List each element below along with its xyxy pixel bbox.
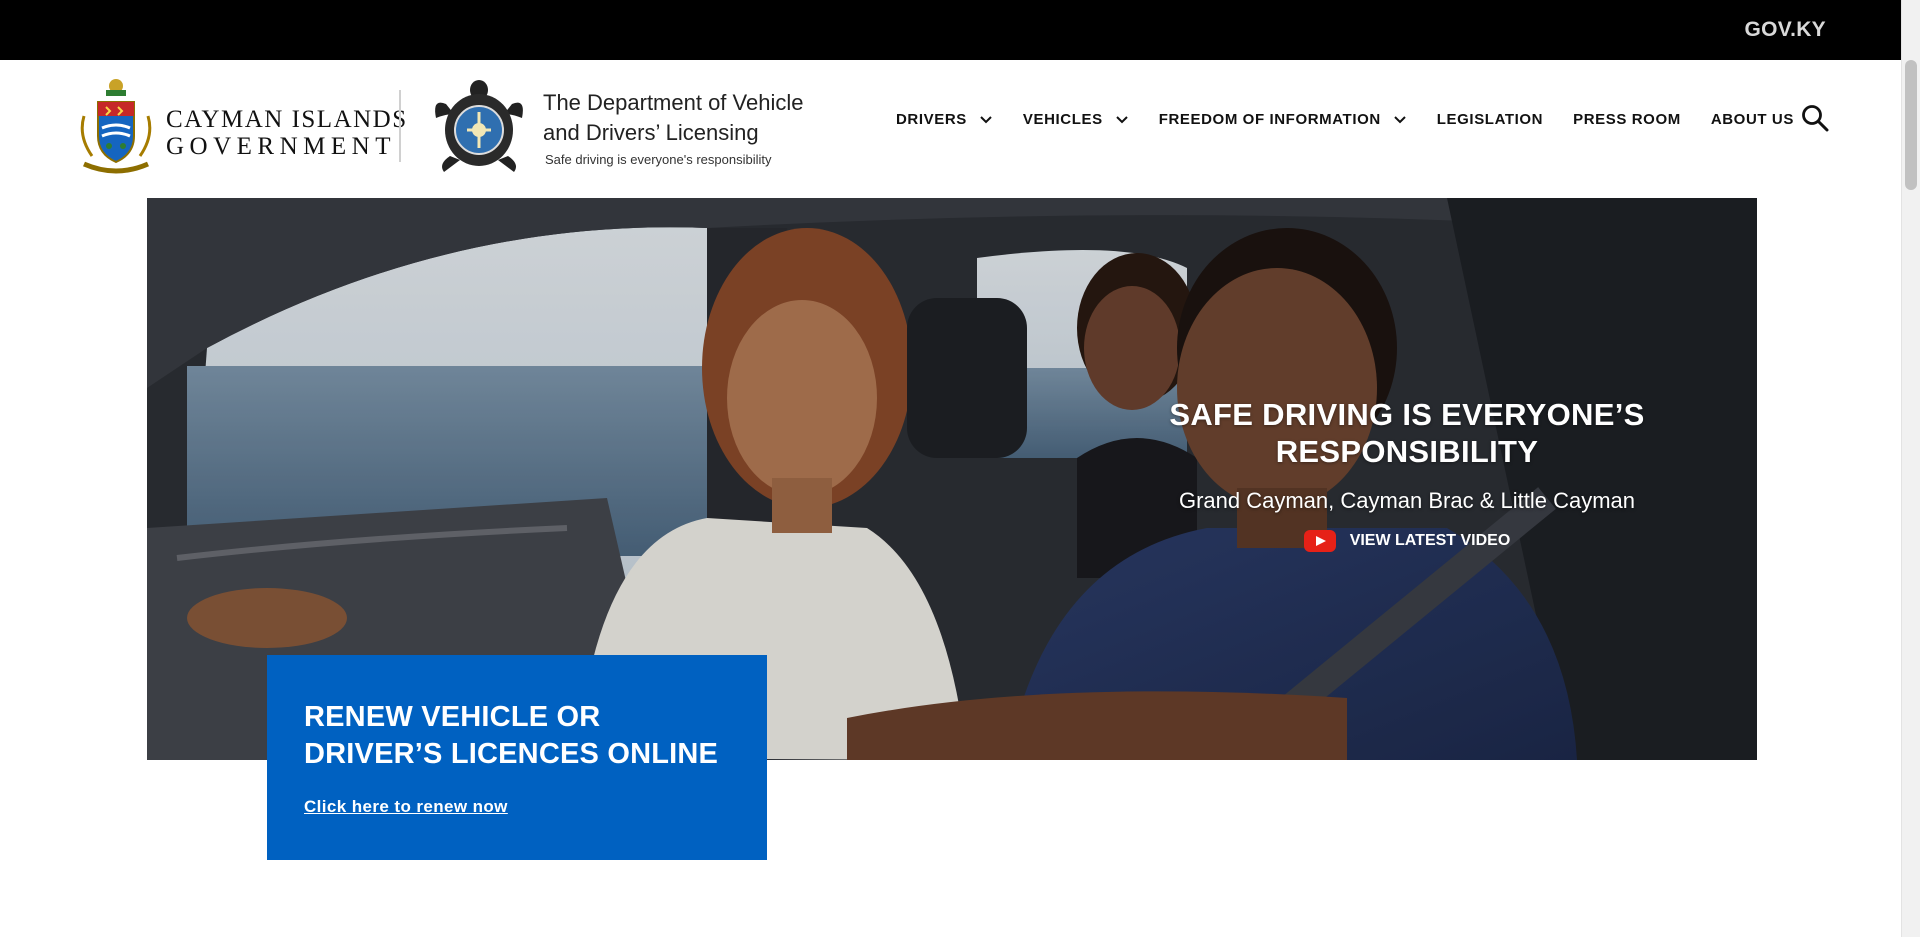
scrollbar-thumb[interactable] — [1905, 60, 1917, 190]
nav-item-legislation[interactable]: LEGISLATION — [1437, 111, 1543, 128]
nav-item-drivers[interactable]: DRIVERS — [896, 111, 993, 128]
nav-item-press-room[interactable]: PRESS ROOM — [1573, 111, 1681, 128]
renew-title-line1: RENEW VEHICLE OR — [304, 701, 601, 733]
logo-divider — [399, 90, 401, 162]
renew-title: RENEW VEHICLE OR DRIVER’S LICENCES ONLIN… — [304, 699, 731, 773]
government-name-line2: GOVERNMENT — [166, 133, 396, 160]
hero-text-block: SAFE DRIVING IS EVERYONE’S RESPONSIBILIT… — [1147, 396, 1667, 557]
government-name-line1: CAYMAN ISLANDS — [166, 106, 408, 133]
hero-heading-line1: SAFE DRIVING IS EVERYONE’S — [1169, 397, 1645, 432]
nav-item-label: ABOUT US — [1710, 110, 1794, 128]
nav-item-label: VEHICLES — [1022, 110, 1103, 128]
nav-item-label: DRIVERS — [896, 110, 967, 128]
renew-licences-panel: RENEW VEHICLE OR DRIVER’S LICENCES ONLIN… — [267, 655, 767, 860]
government-name: CAYMAN ISLANDS GOVERNMENT — [166, 107, 408, 159]
search-icon[interactable] — [1800, 103, 1830, 133]
nav-item-freedom-of-information[interactable]: FREEDOM OF INFORMATION — [1159, 111, 1407, 128]
page-scrollbar[interactable] — [1901, 0, 1920, 937]
view-latest-video-link[interactable]: VIEW LATEST VIDEO — [1303, 530, 1511, 552]
department-title-line1: The Department of Vehicle — [543, 90, 804, 115]
view-latest-video-label: VIEW LATEST VIDEO — [1349, 532, 1511, 549]
site-header: CAYMAN ISLANDS GOVERNMENT The Department… — [0, 60, 1901, 198]
hero-subheading: Grand Cayman, Cayman Brac & Little Cayma… — [1178, 488, 1636, 513]
turtle-seal-logo[interactable] — [432, 78, 526, 176]
chevron-down-icon — [1116, 116, 1128, 124]
hero-heading-line2: RESPONSIBILITY — [1275, 434, 1539, 469]
department-title-line2: and Drivers’ Licensing — [543, 120, 759, 145]
nav-item-label: PRESS ROOM — [1573, 110, 1681, 128]
nav-item-label: FREEDOM OF INFORMATION — [1158, 110, 1381, 128]
gov-ky-link[interactable]: GOV.KY — [1744, 18, 1826, 42]
top-bar: GOV.KY — [0, 0, 1901, 60]
nav-item-vehicles[interactable]: VEHICLES — [1023, 111, 1129, 128]
nav-item-about-us[interactable]: ABOUT US — [1711, 111, 1794, 128]
renew-title-line2: DRIVER’S LICENCES ONLINE — [304, 738, 719, 770]
department-tagline: Safe driving is everyone's responsibilit… — [545, 152, 772, 167]
hero-heading: SAFE DRIVING IS EVERYONE’S RESPONSIBILIT… — [1147, 396, 1667, 470]
main-navigation: DRIVERS VEHICLES FREEDOM OF INFORMATION … — [896, 108, 1824, 130]
coat-of-arms-logo[interactable] — [76, 76, 156, 176]
nav-item-label: LEGISLATION — [1436, 110, 1544, 128]
renew-now-link[interactable]: Click here to renew now — [304, 797, 508, 817]
chevron-down-icon — [980, 116, 992, 124]
department-title: The Department of Vehicle and Drivers’ L… — [543, 88, 843, 148]
youtube-play-icon — [1303, 530, 1336, 552]
chevron-down-icon — [1394, 116, 1406, 124]
